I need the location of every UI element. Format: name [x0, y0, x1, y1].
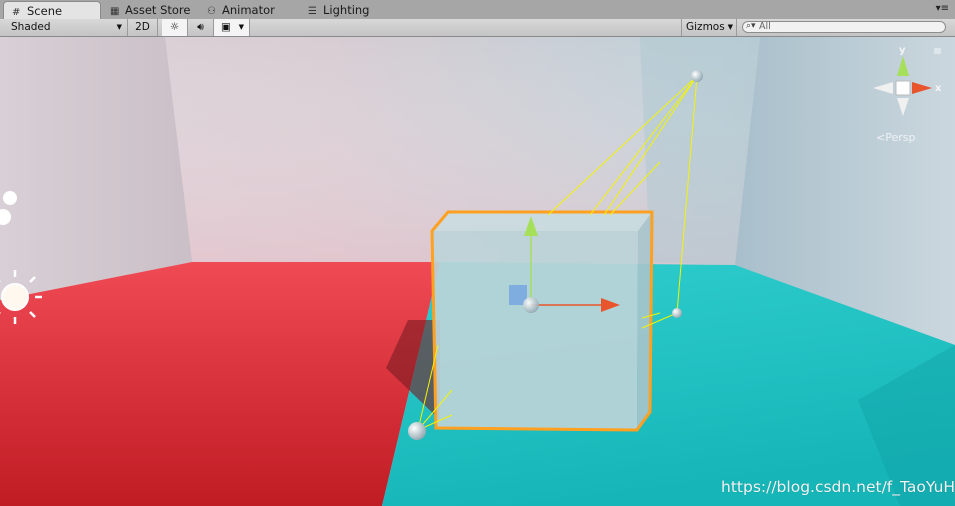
tab-bar: # Scene ▦ Asset Store ⚇ Animator ☰ Lighting … [0, 0, 955, 20]
search-input[interactable]: ⌕▾ All [742, 21, 946, 33]
chevron-down-icon: ▼ [116, 23, 122, 31]
tab-asset-store-label: Asset Store [125, 3, 191, 17]
floor-red [0, 262, 440, 506]
gizmo-center[interactable] [523, 297, 539, 313]
light-handle-top[interactable] [691, 70, 703, 82]
panel-menu-icon[interactable]: ▾≡ [936, 3, 949, 14]
perspective-icon: < [876, 131, 886, 144]
watermark-text: https://blog.csdn.net/f_TaoYuHu [721, 478, 955, 496]
gizmo-center-cube[interactable] [895, 80, 911, 96]
scene-toolbar: Shaded ▼ 2D ☼ 🔊︎ ▣ ▼ Gizmos ▼ ⌕▾ All [0, 19, 955, 37]
audio-toggle-button[interactable]: 🔊︎ [188, 19, 214, 36]
point-light-icon[interactable] [3, 191, 17, 205]
toggle-2d-button[interactable]: 2D [128, 19, 158, 36]
cube-front-face [432, 231, 638, 430]
selected-cube[interactable] [430, 210, 654, 432]
tab-asset-store[interactable]: ▦ Asset Store [102, 1, 191, 19]
light-handle-bottom[interactable] [408, 422, 426, 440]
left-wall [0, 37, 192, 300]
gizmos-dropdown[interactable]: Gizmos ▼ [681, 19, 737, 36]
tab-lighting[interactable]: ☰ Lighting [300, 1, 369, 19]
tab-lighting-label: Lighting [323, 3, 370, 17]
chevron-down-icon: ▼ [727, 23, 733, 31]
projection-label: Persp [885, 131, 916, 144]
shading-mode-label: Shaded [11, 21, 51, 33]
lighting-toggle-button[interactable]: ☼ [162, 19, 188, 36]
lock-icon[interactable] [934, 48, 941, 54]
gizmo-y-label: y [899, 45, 906, 56]
speaker-icon: 🔊︎ [197, 21, 204, 33]
search-placeholder: All [759, 21, 771, 32]
sun-icon: ☼ [169, 21, 180, 33]
projection-toggle[interactable]: <Persp [876, 131, 915, 144]
scene-viewport[interactable]: y x [0, 37, 955, 506]
light-handle-right[interactable] [672, 308, 682, 318]
shading-mode-dropdown[interactable]: Shaded ▼ [0, 19, 128, 36]
tab-animator[interactable]: ⚇ Animator [199, 1, 275, 19]
gizmos-label: Gizmos [686, 21, 725, 33]
tab-animator-label: Animator [222, 3, 275, 17]
image-icon: ▣ [221, 21, 231, 33]
search-icon: ⌕▾ [746, 21, 756, 31]
tab-scene-label: Scene [27, 4, 63, 18]
chevron-down-icon: ▼ [238, 23, 244, 31]
effects-dropdown[interactable]: ▣ ▼ [214, 19, 250, 36]
toggle-2d-label: 2D [135, 21, 150, 33]
gizmo-x-label: x [935, 83, 942, 94]
cube-top-face [432, 212, 652, 231]
tab-scene[interactable]: # Scene [3, 1, 101, 20]
